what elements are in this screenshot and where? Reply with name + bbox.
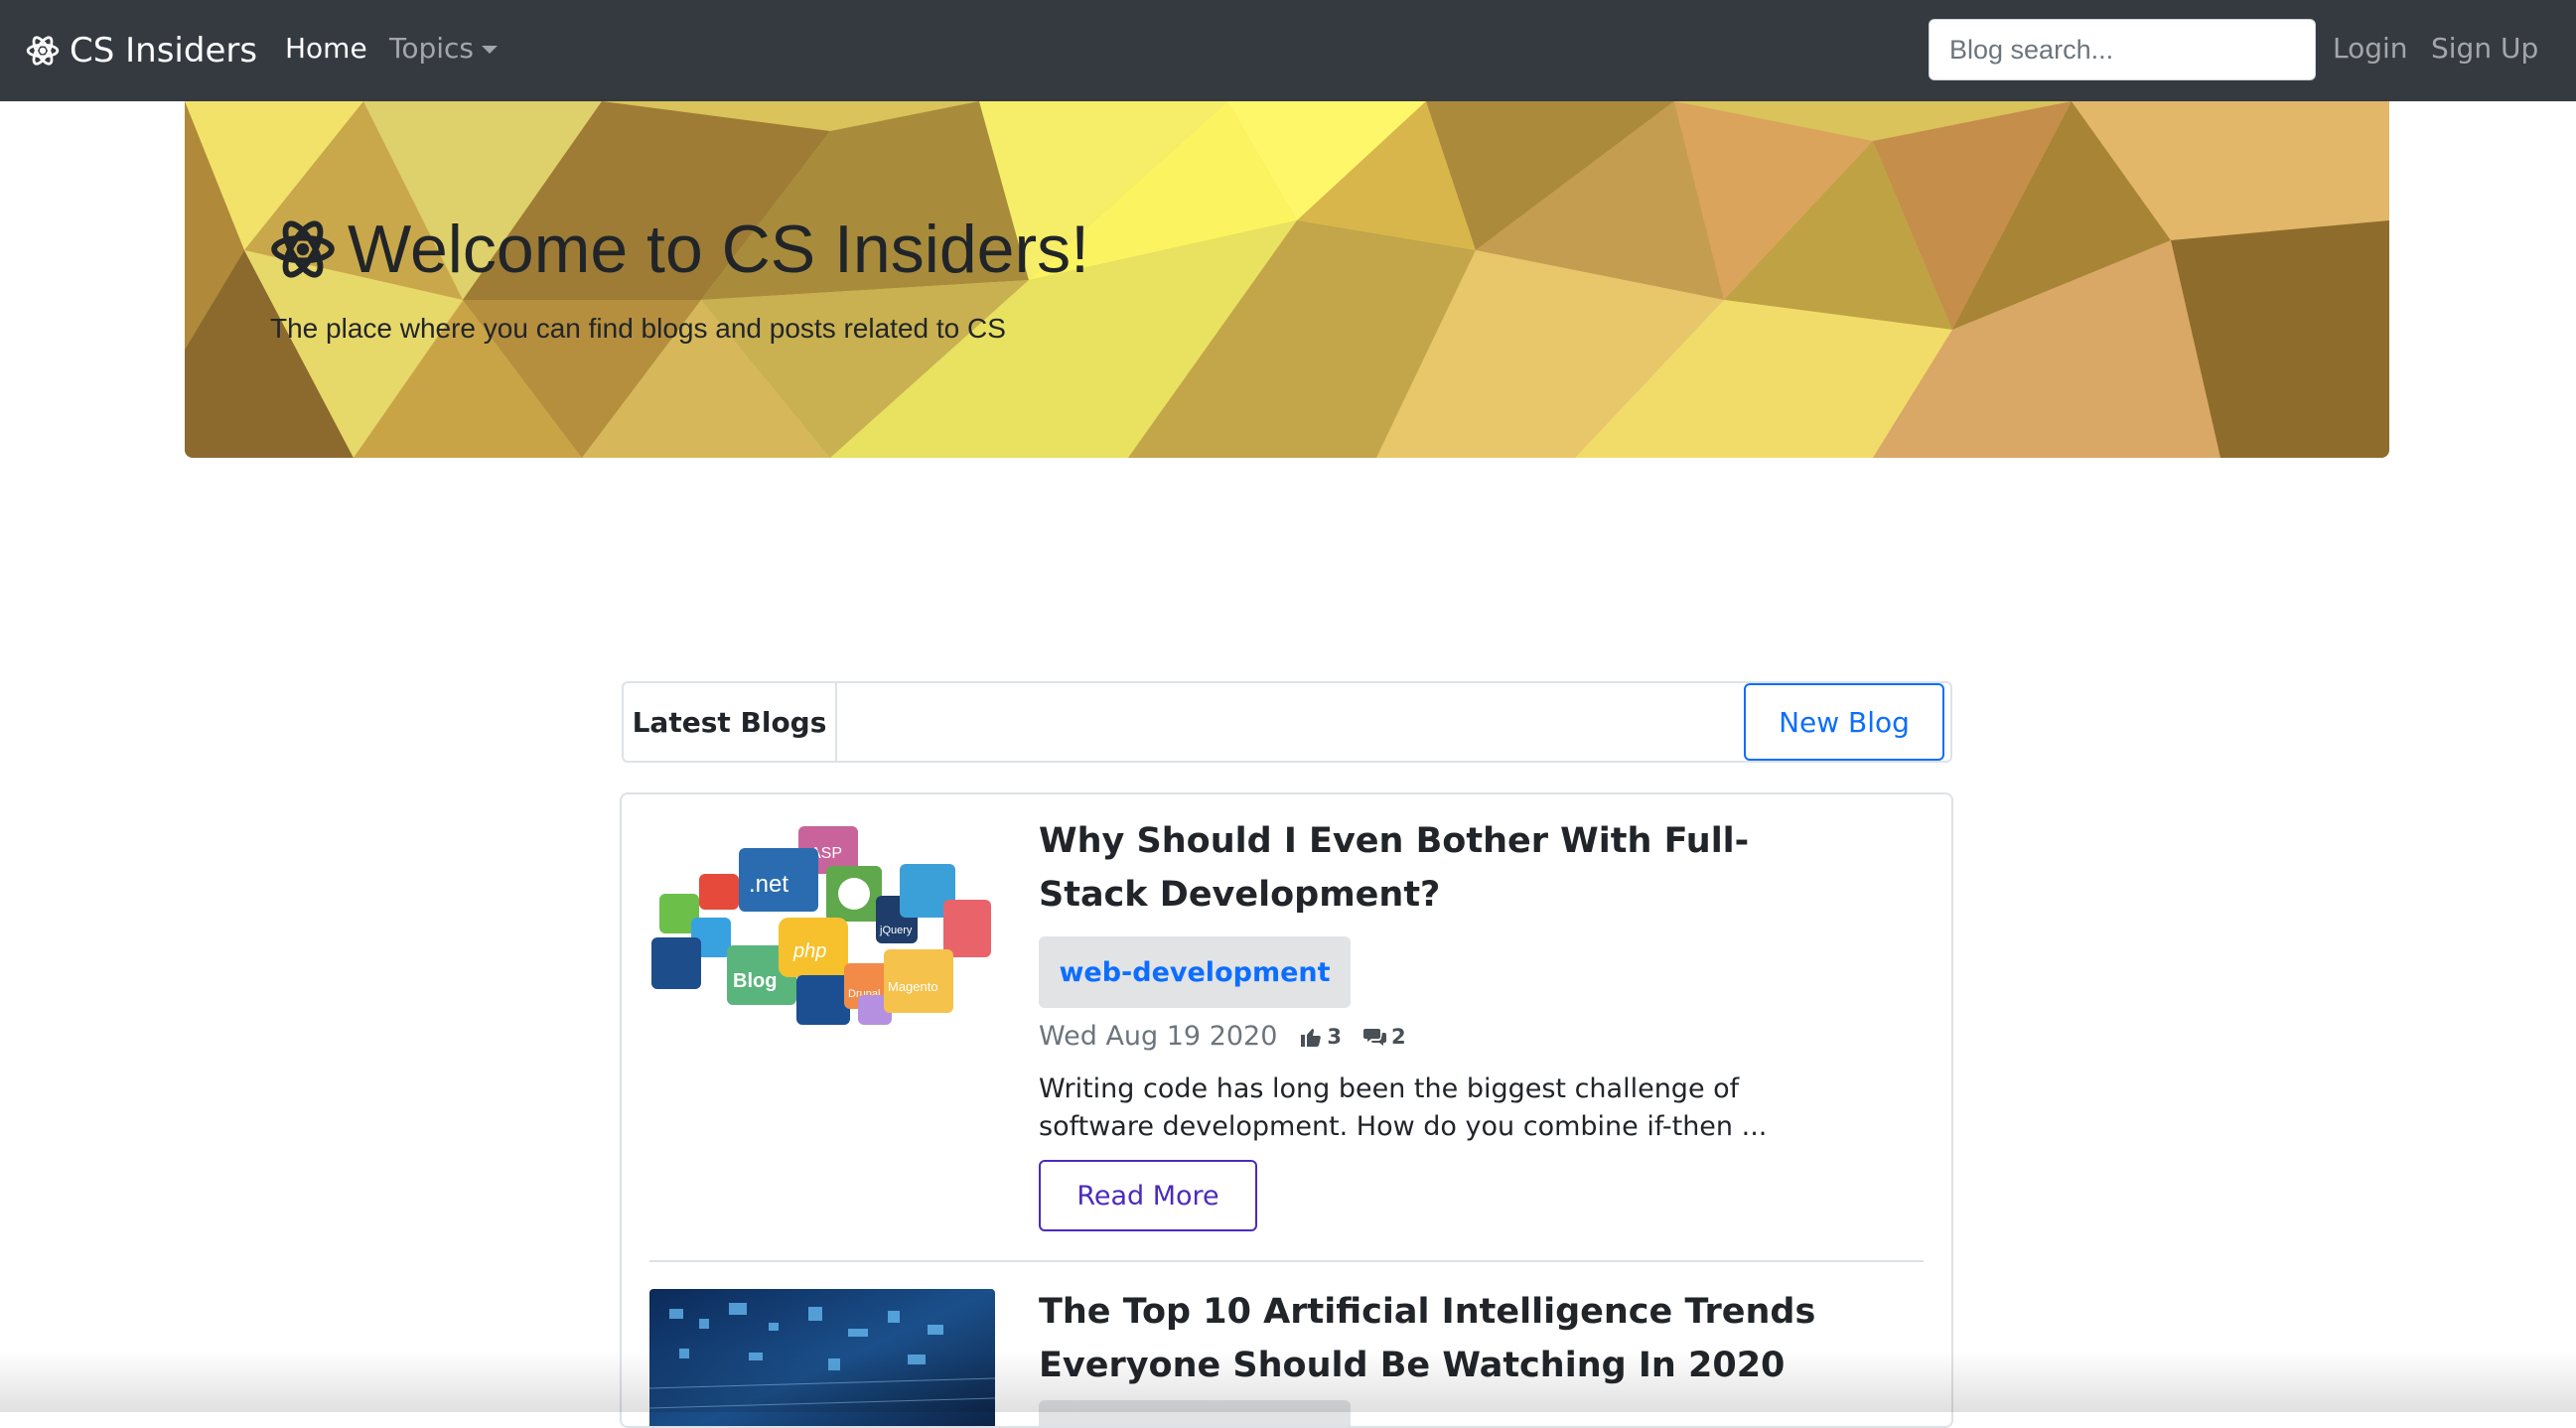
post-meta: Wed Aug 19 2020 3 2: [1039, 1021, 1428, 1052]
hero-title: Welcome to CS Insiders!: [270, 211, 1089, 288]
brand-link[interactable]: CS Insiders: [26, 30, 257, 71]
blog-search-input[interactable]: [1929, 19, 2316, 80]
svg-text:.net: .net: [749, 871, 788, 898]
topic-badge[interactable]: [1039, 1400, 1351, 1426]
post-title[interactable]: Why Should I Even Bother With Full-Stack…: [1039, 814, 1853, 922]
comments-value: 2: [1391, 1024, 1406, 1049]
blog-post-item: The Top 10 Artificial Intelligence Trend…: [622, 1261, 1951, 1426]
top-navbar: CS Insiders Home Topics Login Sign Up: [0, 0, 2576, 101]
comments-count: 2: [1363, 1025, 1406, 1049]
post-date: Wed Aug 19 2020: [1039, 1021, 1278, 1052]
nav-login[interactable]: Login: [2333, 32, 2408, 65]
topic-badge[interactable]: web-development: [1039, 936, 1351, 1008]
nav-home[interactable]: Home: [285, 32, 367, 65]
chevron-down-icon: [482, 46, 499, 54]
read-more-button[interactable]: Read More: [1039, 1160, 1257, 1231]
hero-banner: Welcome to CS Insiders! The place where …: [185, 101, 2389, 458]
likes-count: 3: [1299, 1025, 1342, 1049]
svg-text:php: php: [792, 940, 826, 962]
post-thumbnail: [649, 1289, 995, 1426]
latest-blogs-bar: Latest Blogs New Blog: [622, 681, 1952, 763]
svg-text:Blog: Blog: [733, 970, 777, 992]
thumbs-up-icon: [1301, 1028, 1322, 1047]
post-thumbnail: ASP .net jQuery Blog php Drupal Magento: [651, 826, 991, 1025]
hero-lead: The place where you can find blogs and p…: [270, 313, 1006, 344]
blog-post-item: ASP .net jQuery Blog php Drupal Magento …: [622, 794, 1951, 1261]
brand-name: CS Insiders: [70, 31, 258, 71]
post-excerpt: Writing code has long been the biggest c…: [1039, 1073, 1768, 1142]
nav-topics-label: Topics: [389, 32, 475, 65]
hero-title-text: Welcome to CS Insiders!: [348, 212, 1090, 287]
nav-topics-dropdown[interactable]: Topics: [389, 32, 499, 65]
atom-gear-icon: [26, 36, 60, 66]
svg-text:jQuery: jQuery: [879, 925, 913, 936]
nav-signup[interactable]: Sign Up: [2431, 32, 2538, 65]
likes-value: 3: [1327, 1024, 1343, 1049]
svg-text:Magento: Magento: [888, 979, 938, 994]
blog-list: ASP .net jQuery Blog php Drupal Magento …: [620, 792, 1953, 1428]
atom-gear-icon: [271, 220, 335, 278]
post-title[interactable]: The Top 10 Artificial Intelligence Trend…: [1039, 1285, 1853, 1392]
new-blog-button[interactable]: New Blog: [1744, 683, 1944, 761]
comments-icon: [1363, 1028, 1387, 1046]
tab-latest-blogs[interactable]: Latest Blogs: [624, 683, 837, 761]
